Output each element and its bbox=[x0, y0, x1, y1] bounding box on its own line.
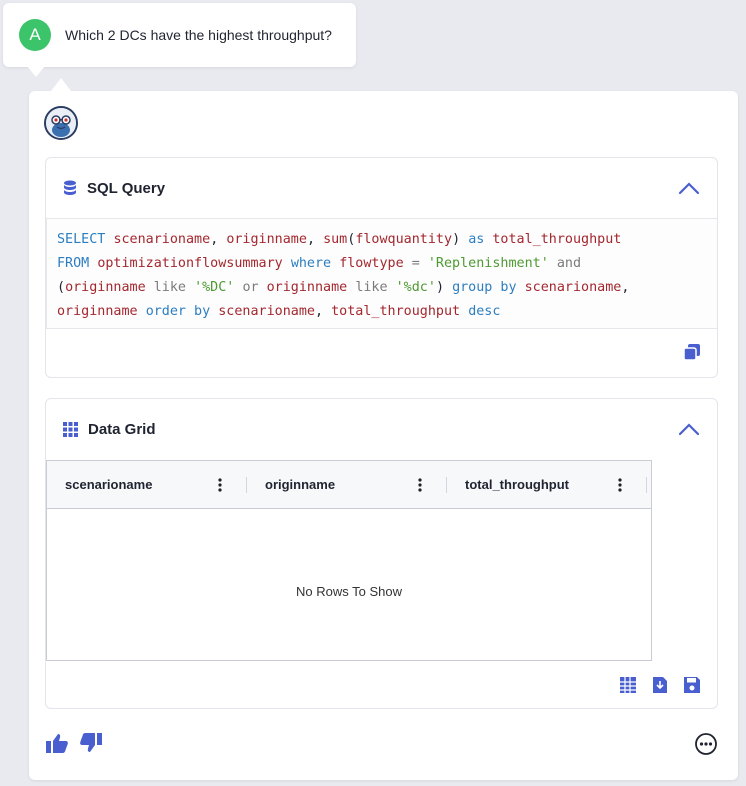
table-view-icon[interactable] bbox=[619, 676, 637, 694]
user-avatar: A bbox=[19, 19, 51, 51]
database-icon bbox=[64, 180, 76, 195]
export-file-icon[interactable] bbox=[651, 676, 669, 694]
data-grid-title: Data Grid bbox=[88, 420, 156, 438]
grid-toolbar bbox=[619, 676, 701, 694]
question-bubble: A Which 2 DCs have the highest throughpu… bbox=[3, 3, 356, 77]
column-separator[interactable] bbox=[646, 477, 647, 493]
copy-icon[interactable] bbox=[683, 343, 701, 361]
column-header-originname[interactable]: originname bbox=[247, 461, 447, 508]
more-options-icon[interactable] bbox=[694, 732, 718, 756]
sql-query-header[interactable]: SQL Query bbox=[46, 158, 717, 218]
save-icon[interactable] bbox=[683, 676, 701, 694]
sql-query-title: SQL Query bbox=[87, 179, 166, 197]
bot-avatar-icon bbox=[44, 106, 78, 140]
feedback-controls bbox=[45, 732, 103, 754]
chevron-up-icon[interactable] bbox=[677, 419, 701, 439]
sql-query-panel: SQL Query SELECT scenarioname, originnam… bbox=[45, 157, 718, 378]
thumbs-down-icon[interactable] bbox=[79, 732, 103, 754]
answer-card: SQL Query SELECT scenarioname, originnam… bbox=[29, 78, 738, 780]
grid-header-row: scenarioname originname total_throughput bbox=[47, 461, 651, 509]
data-grid: scenarioname originname total_throughput bbox=[46, 460, 652, 661]
data-grid-header[interactable]: Data Grid bbox=[46, 399, 717, 459]
data-grid-panel: Data Grid scenarioname originname total_… bbox=[45, 398, 718, 709]
column-menu-icon[interactable] bbox=[215, 477, 225, 493]
thumbs-up-icon[interactable] bbox=[45, 732, 69, 754]
no-rows-message: No Rows To Show bbox=[296, 584, 402, 599]
chevron-up-icon[interactable] bbox=[677, 178, 701, 198]
grid-icon bbox=[63, 421, 78, 437]
question-text: Which 2 DCs have the highest throughput? bbox=[65, 27, 332, 43]
column-menu-icon[interactable] bbox=[615, 477, 625, 493]
column-menu-icon[interactable] bbox=[415, 477, 425, 493]
column-header-scenarioname[interactable]: scenarioname bbox=[47, 461, 247, 508]
column-header-total-throughput[interactable]: total_throughput bbox=[447, 461, 647, 508]
sql-code-block: SELECT scenarioname, originname, sum(flo… bbox=[46, 218, 717, 329]
